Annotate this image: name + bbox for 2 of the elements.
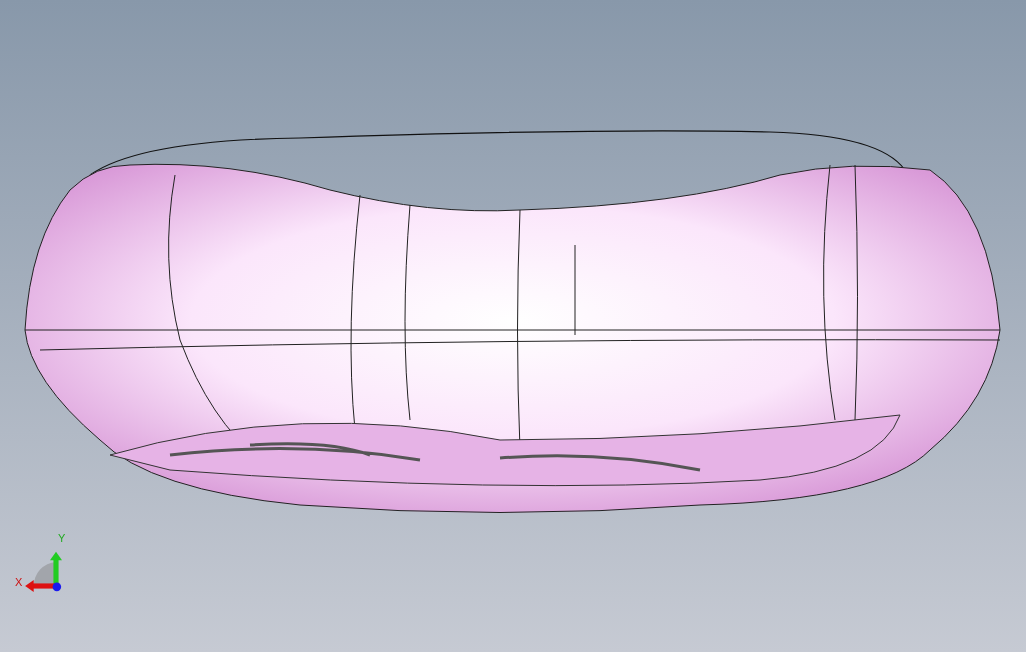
x-axis-label: X (15, 577, 23, 588)
y-axis-label: Y (58, 533, 66, 544)
